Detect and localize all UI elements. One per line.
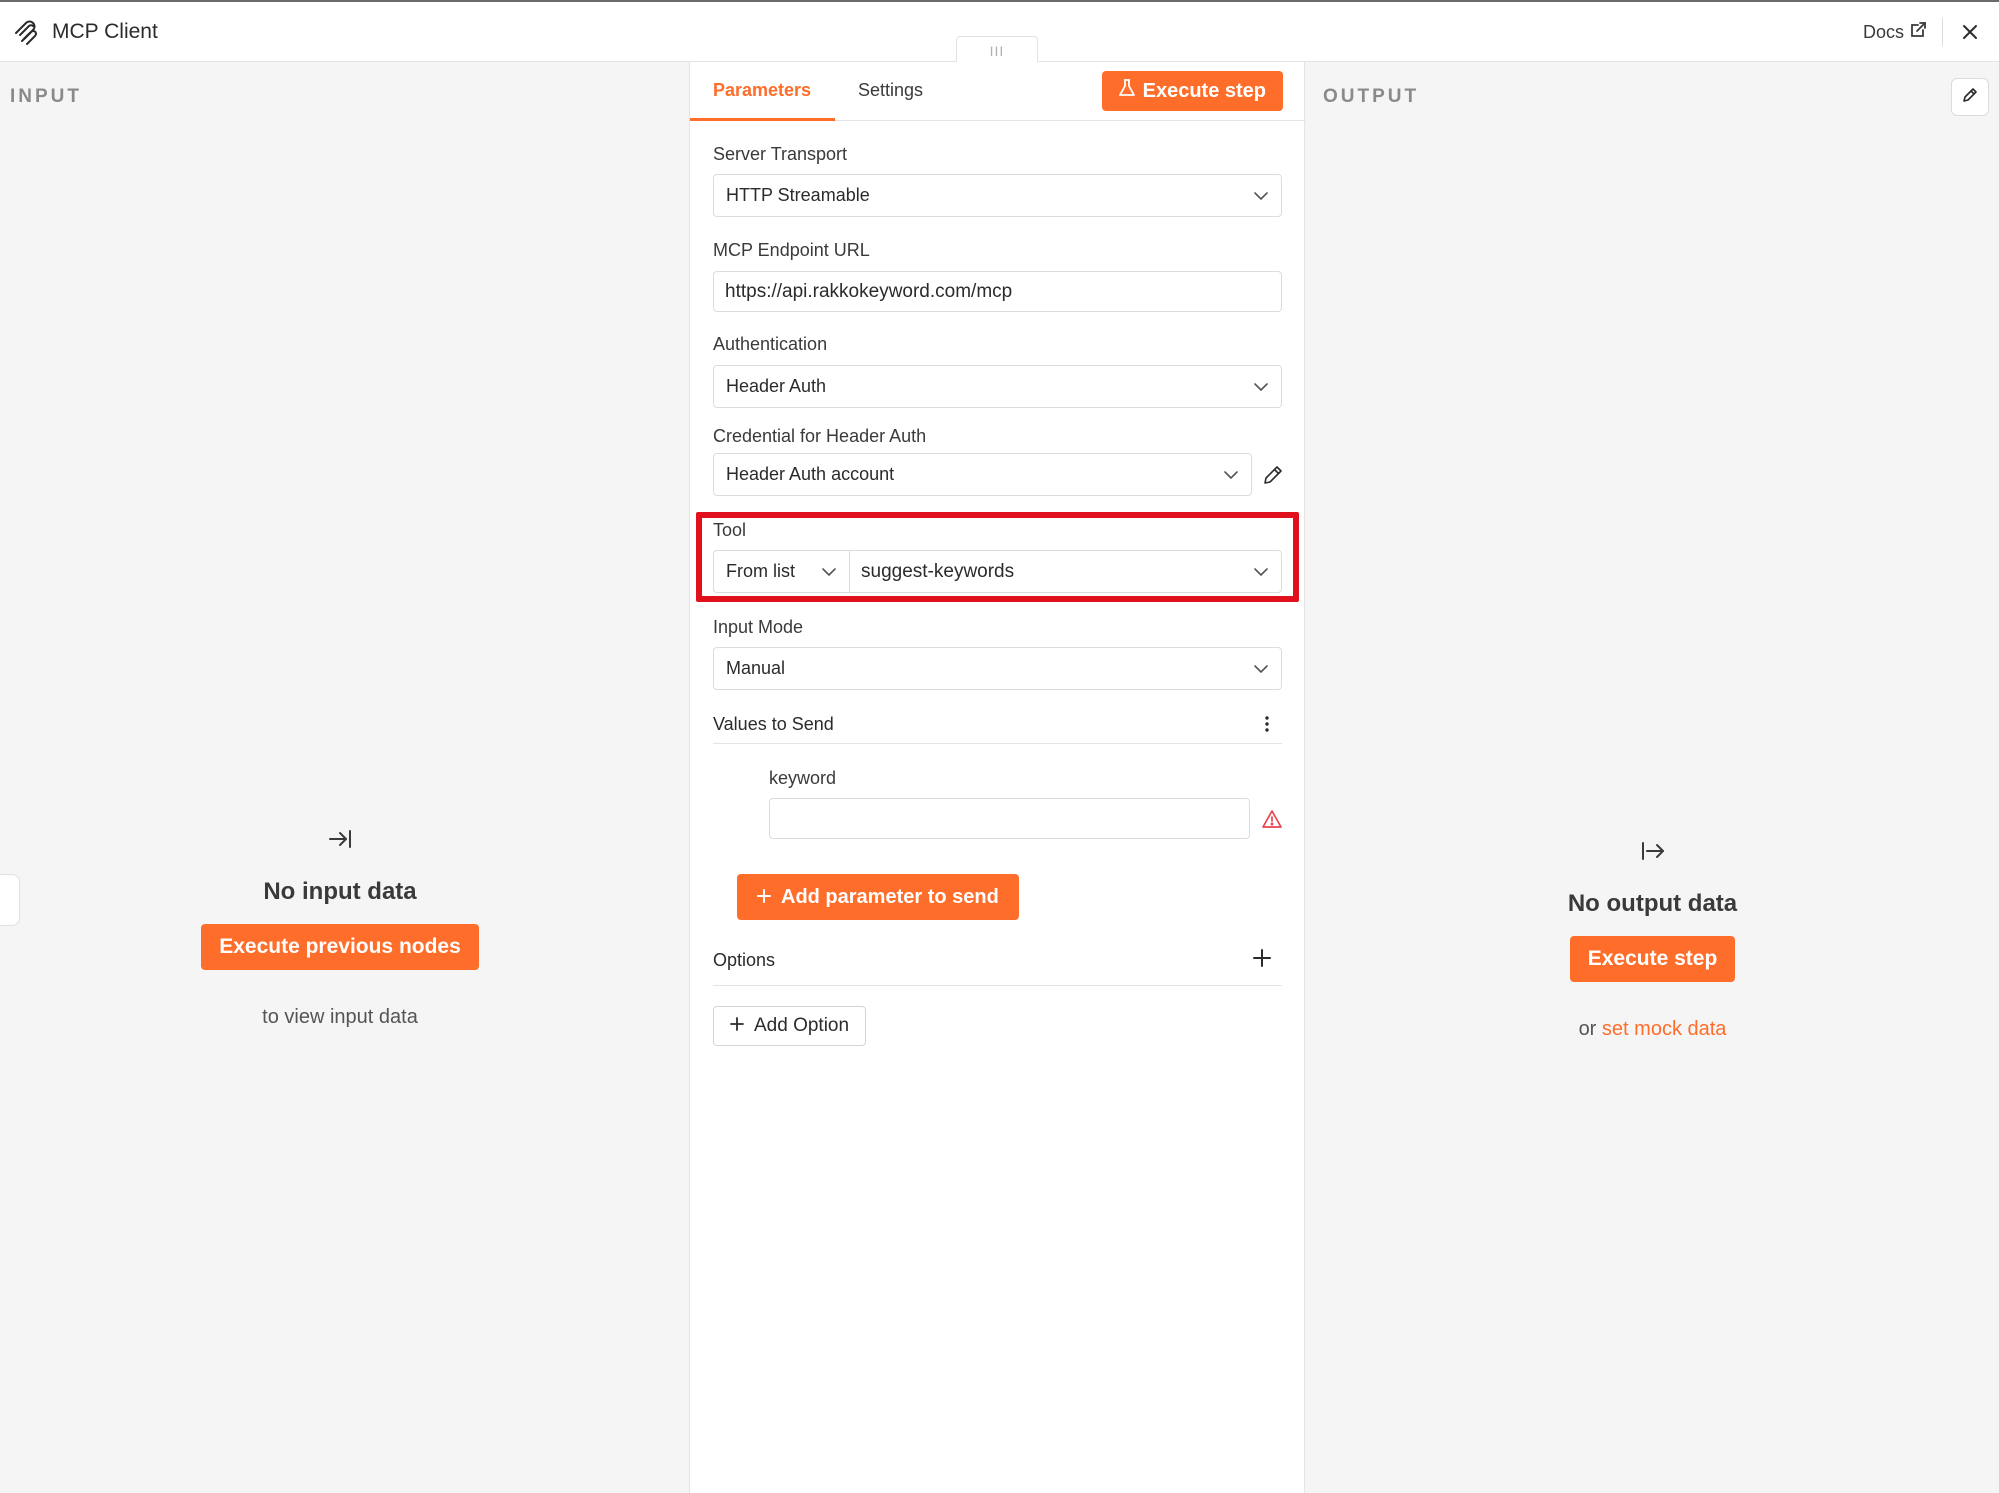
plus-icon (757, 886, 771, 909)
output-empty-state: No output data Execute step or set mock … (1490, 834, 1815, 1041)
execute-step-label: Execute step (1142, 79, 1266, 102)
authentication-select[interactable]: Header Auth (713, 365, 1282, 408)
input-hint-text: to view input data (262, 1006, 418, 1028)
credential-value: Header Auth account (726, 464, 895, 484)
parameters-panel: Parameters Settings Execute step Server … (689, 62, 1306, 1493)
options-label: Options (713, 950, 776, 970)
endpoint-url-label: MCP Endpoint URL (713, 240, 870, 260)
arrow-to-right-bar-icon (323, 822, 357, 856)
ndv-window: MCP Client Docs III INPUT No input data … (0, 0, 1999, 1493)
arrow-from-bar-icon (1636, 834, 1670, 868)
options-header: Options (713, 948, 1282, 986)
more-options-icon[interactable] (1264, 714, 1270, 734)
tool-mode-value: From list (726, 561, 795, 581)
values-to-send-label: Values to Send (713, 714, 834, 734)
plus-icon[interactable] (1252, 948, 1272, 968)
server-transport-label: Server Transport (713, 144, 848, 164)
values-to-send-header: Values to Send (713, 712, 1282, 744)
output-hint-text: or set mock data (1579, 1018, 1727, 1041)
keyword-label: keyword (769, 768, 837, 788)
tab-parameters[interactable]: Parameters (713, 80, 811, 101)
edit-credential-pencil-icon[interactable] (1262, 464, 1284, 486)
endpoint-url-input[interactable]: https://api.rakkokeyword.com/mcp (713, 271, 1282, 312)
pencil-icon (1962, 87, 1978, 108)
execute-previous-nodes-button[interactable]: Execute previous nodes (201, 924, 479, 970)
docs-label: Docs (1862, 21, 1904, 42)
input-mode-select[interactable]: Manual (713, 647, 1282, 690)
external-link-icon (1910, 21, 1927, 43)
collapse-tab[interactable] (0, 874, 20, 926)
input-mode-label: Input Mode (713, 617, 804, 637)
output-hint-prefix: or (1578, 1018, 1597, 1040)
add-parameter-label: Add parameter to send (781, 885, 999, 908)
output-panel-label: OUTPUT (1323, 86, 1420, 107)
drag-grip-icon: III (989, 42, 1005, 59)
authentication-value: Header Auth (726, 376, 827, 396)
chevron-down-icon (1223, 467, 1239, 483)
add-option-label: Add Option (754, 1015, 850, 1036)
docs-link[interactable]: Docs (1863, 21, 1927, 43)
chevron-down-icon (1253, 661, 1269, 677)
plus-icon (730, 1015, 744, 1037)
tool-select[interactable]: suggest-keywords (849, 550, 1282, 593)
server-transport-value: HTTP Streamable (726, 185, 870, 205)
mcp-logo-icon (12, 19, 40, 47)
flask-icon (1118, 79, 1135, 103)
credential-label: Credential for Header Auth (713, 426, 927, 446)
chevron-down-icon (1253, 564, 1269, 586)
output-execute-step-button[interactable]: Execute step (1569, 936, 1736, 982)
node-title: MCP Client (52, 20, 158, 43)
close-icon[interactable] (1955, 17, 1985, 47)
input-panel-label: INPUT (10, 86, 82, 107)
set-mock-data-link[interactable]: set mock data (1602, 1018, 1727, 1040)
credential-select[interactable]: Header Auth account (713, 453, 1252, 496)
chevron-down-icon (821, 564, 837, 585)
add-parameter-button[interactable]: Add parameter to send (737, 874, 1019, 920)
chevron-down-icon (1253, 379, 1269, 395)
tool-label: Tool (713, 520, 747, 540)
authentication-label: Authentication (713, 334, 828, 354)
no-input-heading: No input data (263, 878, 417, 905)
edit-output-button[interactable] (1951, 78, 1989, 116)
tab-bar: Parameters Settings Execute step (690, 62, 1306, 121)
server-transport-select[interactable]: HTTP Streamable (713, 174, 1282, 217)
input-mode-value: Manual (726, 658, 786, 678)
active-tab-indicator (690, 118, 835, 121)
panel-drag-handle[interactable]: III (956, 36, 1038, 64)
execute-step-button[interactable]: Execute step (1101, 71, 1283, 111)
add-option-button[interactable]: Add Option (713, 1006, 867, 1046)
no-output-heading: No output data (1567, 890, 1738, 917)
keyword-input[interactable] (769, 798, 1250, 839)
chevron-down-icon (1253, 188, 1269, 204)
header-divider (1942, 18, 1943, 46)
tool-mode-select[interactable]: From list (713, 550, 849, 593)
warning-icon (1261, 808, 1283, 830)
input-empty-state: No input data Execute previous nodes to … (180, 822, 500, 1029)
tool-value: suggest-keywords (861, 560, 1015, 582)
tab-settings[interactable]: Settings (858, 80, 923, 101)
